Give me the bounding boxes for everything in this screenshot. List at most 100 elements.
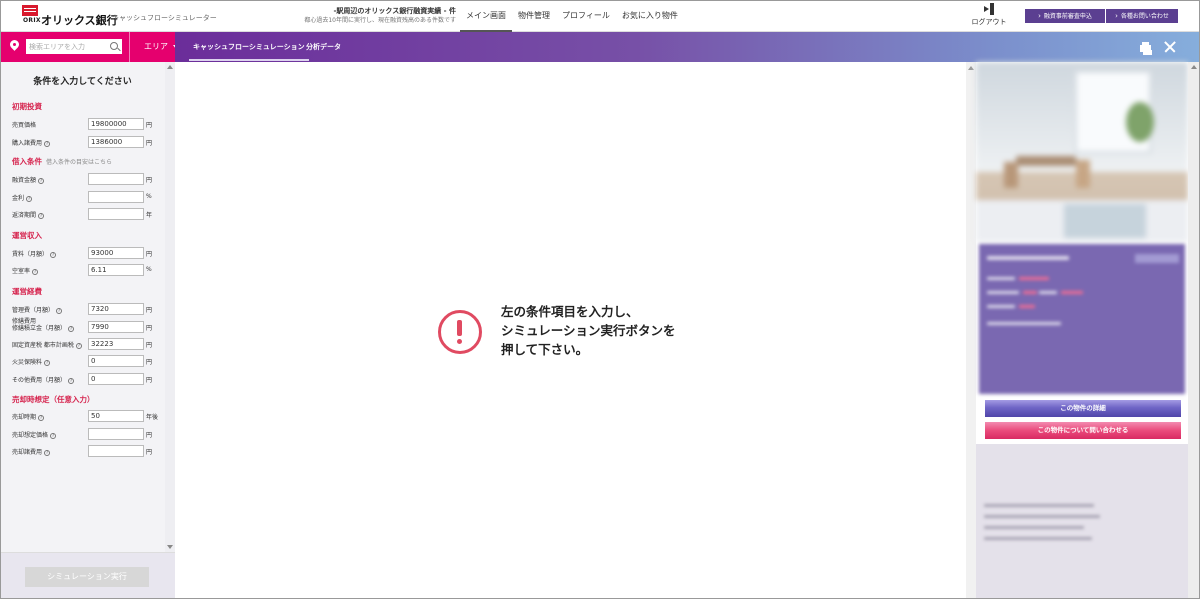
property-detail-button[interactable]: この物件の詳細 [985, 400, 1181, 417]
help-icon[interactable]: ? [26, 196, 33, 202]
field-row-interest: 金利? % [12, 191, 162, 203]
mgmt-fee-input[interactable] [88, 303, 144, 315]
field-row-sale-price: 売却想定価格? 円 [12, 428, 162, 440]
help-icon[interactable]: ? [56, 308, 63, 314]
close-icon[interactable] [1164, 41, 1176, 53]
scroll-up-icon[interactable] [968, 66, 974, 70]
loan-amount-unit: 円 [146, 177, 153, 184]
insurance-unit: 円 [146, 359, 153, 366]
help-icon[interactable]: ? [44, 141, 51, 147]
term-unit: 年 [146, 212, 153, 219]
help-icon[interactable]: ? [44, 360, 51, 366]
top-header: ORIX オリックス銀行 キャッシュフローシミュレーター -駅周辺のオリックス銀… [0, 0, 1200, 32]
instruction-message: 左の条件項目を入力し、 シミュレーション実行ボタンを 押して下さい。 [501, 304, 676, 357]
nav-profile[interactable]: プロフィール [556, 0, 616, 32]
other-cost-label: その他費用（月額）? [12, 377, 75, 384]
term-input[interactable] [88, 208, 144, 220]
purchase-cost-label: 購入諸費用? [12, 140, 51, 147]
help-icon[interactable]: ? [68, 378, 75, 384]
inquiry-label: 各種お問い合わせ [1120, 13, 1169, 20]
property-photo[interactable] [976, 62, 1188, 242]
purchase-cost-unit: 円 [146, 140, 153, 147]
search-icon[interactable] [110, 42, 118, 50]
interest-input[interactable] [88, 191, 144, 203]
field-row-mgmt-fee: 管理費（月額）? 円 [12, 303, 162, 315]
inquiry-button[interactable]: › 各種お問い合わせ [1106, 9, 1178, 23]
field-row-sale-time: 売却時期? 年後 [12, 410, 162, 422]
field-row-rent: 賃料（月額）? 円 [12, 247, 162, 259]
repair-label: 修繕費用 修繕積立金（月額）? [12, 318, 75, 332]
property-panel-scrollbar[interactable] [1188, 62, 1200, 599]
loan-guide-link[interactable]: 借入条件の目安はこちら [46, 159, 112, 166]
loan-precheck-button[interactable]: › 融資事前審査申込 [1025, 9, 1105, 23]
run-simulation-button[interactable]: シミュレーション実行 [25, 567, 149, 587]
interest-label: 金利? [12, 195, 33, 202]
section-initial-investment: 初期投資 [12, 102, 42, 111]
section-operating-expense: 運営経費 [12, 287, 42, 296]
help-icon[interactable]: ? [32, 269, 39, 275]
rent-input[interactable] [88, 247, 144, 259]
property-summary-blurred [979, 244, 1185, 394]
other-cost-unit: 円 [146, 377, 153, 384]
help-icon[interactable]: ? [38, 178, 45, 184]
other-cost-input[interactable] [88, 373, 144, 385]
logout-icon [984, 3, 994, 15]
interest-unit: % [146, 193, 152, 200]
notice-line-2: 都心過去10年間に実行し、現在融資残高のある件数です [304, 17, 456, 24]
insurance-input[interactable] [88, 355, 144, 367]
nav-property-management[interactable]: 物件管理 [512, 0, 556, 32]
loan-amount-input[interactable] [88, 173, 144, 185]
nav-favorites[interactable]: お気に入り物件 [616, 0, 684, 32]
logo-text: オリックス銀行 [41, 14, 118, 27]
loan-amount-label: 融資金額? [12, 177, 45, 184]
main-scrollbar[interactable] [966, 62, 976, 599]
nav-main-screen[interactable]: メイン画面 [460, 0, 512, 32]
help-icon[interactable]: ? [75, 343, 82, 349]
mgmt-fee-label: 管理費（月額）? [12, 307, 63, 314]
loan-precheck-label: 融資事前審査申込 [1043, 13, 1092, 20]
sale-time-unit: 年後 [146, 414, 159, 421]
tax-unit: 円 [146, 342, 153, 349]
repair-unit: 円 [146, 325, 153, 332]
exclamation-circle-icon [438, 310, 482, 354]
loan-record-notice: -駅周辺のオリックス銀行融資実績 - 件 都心過去10年間に実行し、現在融資残高… [298, 6, 456, 26]
tab-cashflow-simulation[interactable]: キャッシュフローシミュレーション [189, 32, 309, 62]
purchase-cost-input[interactable] [88, 136, 144, 148]
tab-analysis-data[interactable]: 分析データ [306, 32, 341, 62]
main-nav: メイン画面 物件管理 プロフィール お気に入り物件 [460, 0, 684, 32]
field-row-other-cost: その他費用（月額）? 円 [12, 373, 162, 385]
scroll-up-icon[interactable] [1191, 65, 1197, 69]
scroll-up-icon[interactable] [167, 65, 173, 69]
sale-time-input[interactable] [88, 410, 144, 422]
help-icon[interactable]: ? [50, 252, 57, 258]
property-contact-button[interactable]: この物件について問い合わせる [985, 422, 1181, 439]
area-dropdown[interactable]: エリア [132, 32, 179, 62]
field-row-insurance: 火災保険料? 円 [12, 355, 162, 367]
price-input[interactable] [88, 118, 144, 130]
sale-time-label: 売却時期? [12, 414, 45, 421]
property-info-blurred [976, 444, 1188, 599]
vacancy-input[interactable] [88, 264, 144, 276]
mgmt-fee-unit: 円 [146, 307, 153, 314]
chevron-right-icon: › [1038, 12, 1041, 20]
area-label: エリア [144, 42, 168, 51]
area-search-input[interactable] [26, 39, 122, 54]
sidebar-title: 条件を入力してください [33, 77, 132, 87]
repair-input[interactable] [88, 321, 144, 333]
help-icon[interactable]: ? [38, 415, 45, 421]
print-icon[interactable] [1140, 42, 1151, 52]
conditions-sidebar: 条件を入力してください 初期投資 売買価格 円 購入諸費用? 円 借入条件借入条… [0, 62, 175, 599]
map-pin-icon [10, 40, 19, 53]
sidebar-scrollbar[interactable] [165, 62, 175, 552]
sale-price-input[interactable] [88, 428, 144, 440]
tax-input[interactable] [88, 338, 144, 350]
logout-button[interactable]: ログアウト [966, 3, 1012, 27]
insurance-label: 火災保険料? [12, 359, 51, 366]
help-icon[interactable]: ? [68, 326, 75, 332]
help-icon[interactable]: ? [50, 433, 57, 439]
sale-cost-input[interactable] [88, 445, 144, 457]
scroll-down-icon[interactable] [167, 545, 173, 549]
help-icon[interactable]: ? [38, 213, 45, 219]
orix-logo[interactable]: ORIX オリックス銀行 [22, 5, 118, 27]
help-icon[interactable]: ? [44, 450, 51, 456]
